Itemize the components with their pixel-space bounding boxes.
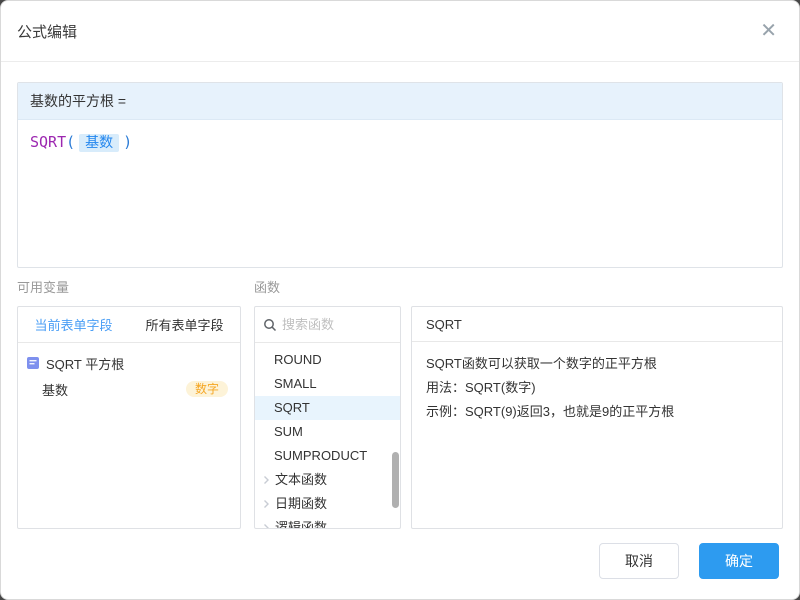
form-doc-icon — [26, 356, 40, 370]
variables-section-label: 可用变量 — [17, 277, 254, 296]
chevron-right-icon — [260, 522, 272, 529]
formula-target-label: 基数的平方根 = — [18, 83, 782, 120]
function-group-logic[interactable]: 逻辑函数 — [255, 516, 400, 529]
tree-row-form[interactable]: SQRT 平方根 — [18, 350, 240, 376]
formula-argument-token[interactable]: 基数 — [79, 134, 119, 152]
dialog-title: 公式编辑 — [17, 21, 77, 42]
field-type-badge: 数字 — [186, 381, 228, 397]
variables-panel: 当前表单字段 所有表单字段 SQRT 平方根 基数 数字 — [17, 306, 241, 529]
tab-current-form-fields[interactable]: 当前表单字段 — [18, 307, 129, 342]
functions-panel: RAND ROUND SMALL SQRT SUM SUMPRODUCT 文本函… — [254, 306, 401, 529]
dialog-footer: 取消 确定 — [599, 543, 779, 579]
cancel-button[interactable]: 取消 — [599, 543, 679, 579]
variables-tree: SQRT 平方根 基数 数字 — [18, 343, 240, 402]
backdrop: { "dialog": { "title": "公式编辑", "close_ic… — [0, 0, 800, 600]
formula-function-name: SQRT — [30, 133, 66, 151]
formula-paren-close: ) — [123, 133, 132, 151]
formula-paren-open: ( — [66, 133, 75, 151]
tree-row-field[interactable]: 基数 数字 — [18, 376, 240, 402]
functions-section-label: 函数 — [254, 277, 411, 296]
chevron-right-icon — [260, 474, 272, 486]
formula-box: 基数的平方根 = SQRT(基数) — [17, 82, 783, 268]
chevron-right-icon — [260, 498, 272, 510]
function-group-date[interactable]: 日期函数 — [255, 492, 400, 516]
scrollbar-thumb[interactable] — [392, 452, 399, 508]
close-icon[interactable]: ✕ — [754, 17, 783, 45]
formula-editor[interactable]: SQRT(基数) — [18, 120, 782, 268]
function-item-sumproduct[interactable]: SUMPRODUCT — [255, 444, 400, 468]
confirm-button[interactable]: 确定 — [699, 543, 779, 579]
tree-field-name: 基数 — [42, 380, 68, 399]
section-labels: 可用变量 函数 — [17, 276, 783, 296]
function-list: RAND ROUND SMALL SQRT SUM SUMPRODUCT 文本函… — [255, 343, 400, 529]
function-item-round[interactable]: ROUND — [255, 348, 400, 372]
detail-function-title: SQRT — [412, 307, 782, 342]
function-item-sqrt[interactable]: SQRT — [255, 396, 400, 420]
formula-edit-dialog: 公式编辑 ✕ 基数的平方根 = SQRT(基数) 可用变量 函数 当前表单字段 … — [0, 0, 800, 600]
detail-line-description: SQRT函数可以获取一个数字的正平方根 — [426, 352, 768, 376]
tree-form-name: SQRT 平方根 — [46, 354, 124, 373]
function-group-text[interactable]: 文本函数 — [255, 468, 400, 492]
detail-line-usage: 用法：SQRT(数字) — [426, 376, 768, 400]
function-detail-panel: SQRT SQRT函数可以获取一个数字的正平方根 用法：SQRT(数字) 示例：… — [411, 306, 783, 529]
function-item-sum[interactable]: SUM — [255, 420, 400, 444]
search-input[interactable] — [282, 317, 392, 332]
panels-row: 当前表单字段 所有表单字段 SQRT 平方根 基数 数字 — [17, 306, 783, 529]
variables-tabs: 当前表单字段 所有表单字段 — [18, 307, 240, 343]
function-search-row — [255, 307, 400, 343]
function-item-small[interactable]: SMALL — [255, 372, 400, 396]
search-icon — [263, 318, 277, 332]
dialog-body: 基数的平方根 = SQRT(基数) 可用变量 函数 当前表单字段 所有表单字段 — [1, 82, 799, 529]
detail-function-description: SQRT函数可以获取一个数字的正平方根 用法：SQRT(数字) 示例：SQRT(… — [412, 342, 782, 434]
dialog-header: 公式编辑 ✕ — [1, 1, 799, 62]
detail-line-example: 示例：SQRT(9)返回3，也就是9的正平方根 — [426, 400, 768, 424]
tab-all-form-fields[interactable]: 所有表单字段 — [129, 307, 240, 342]
